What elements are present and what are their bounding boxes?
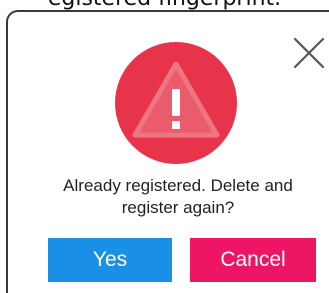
cancel-button[interactable]: Cancel — [190, 238, 316, 282]
warning-icon — [115, 42, 237, 164]
screen: egistered fingerprint. Already registere… — [0, 0, 329, 293]
dialog-message: Already registered. Delete and register … — [63, 176, 293, 217]
close-icon[interactable] — [292, 36, 326, 70]
confirm-dialog: Already registered. Delete and register … — [6, 10, 329, 293]
yes-button[interactable]: Yes — [48, 238, 172, 282]
